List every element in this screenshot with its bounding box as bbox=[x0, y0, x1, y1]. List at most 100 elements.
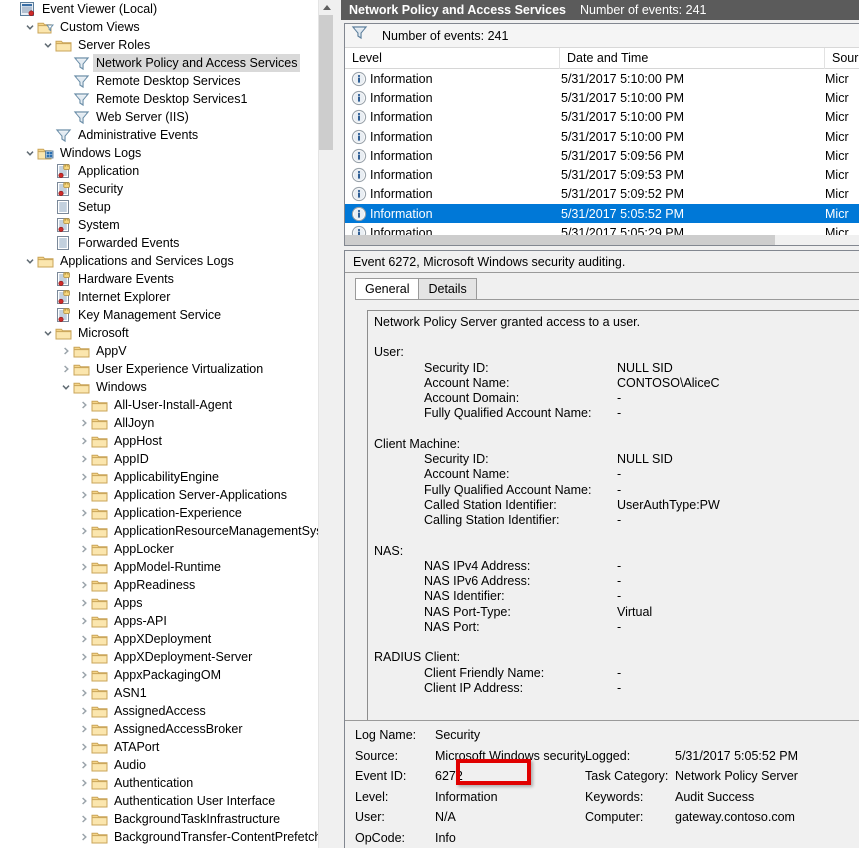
tree-item-security[interactable]: Security bbox=[0, 180, 333, 198]
table-row[interactable]: Information5/31/2017 5:10:00 PMMicr bbox=[345, 127, 859, 146]
chevron-right-icon[interactable] bbox=[76, 576, 91, 594]
tree-item-application[interactable]: Application bbox=[0, 162, 333, 180]
table-row[interactable]: Information5/31/2017 5:09:56 PMMicr bbox=[345, 146, 859, 165]
tree-item-internet-explorer[interactable]: Internet Explorer bbox=[0, 288, 333, 306]
tree-item-asn1[interactable]: ASN1 bbox=[0, 684, 333, 702]
table-row[interactable]: Information5/31/2017 5:10:00 PMMicr bbox=[345, 108, 859, 127]
tree-item-apps-api[interactable]: Apps-API bbox=[0, 612, 333, 630]
chevron-right-icon[interactable] bbox=[76, 702, 91, 720]
chevron-right-icon[interactable] bbox=[76, 792, 91, 810]
table-row[interactable]: Information5/31/2017 5:09:52 PMMicr bbox=[345, 185, 859, 204]
scrollbar-thumb-horizontal[interactable] bbox=[345, 235, 775, 245]
tree-item-assignedaccess[interactable]: AssignedAccess bbox=[0, 702, 333, 720]
tree-item-ataport[interactable]: ATAPort bbox=[0, 738, 333, 756]
chevron-down-icon[interactable] bbox=[22, 144, 37, 162]
tree-item-appxdeployment[interactable]: AppXDeployment bbox=[0, 630, 333, 648]
tree-item-authentication[interactable]: Authentication bbox=[0, 774, 333, 792]
tree-item-system[interactable]: System bbox=[0, 216, 333, 234]
tree-item-assignedaccessbroker[interactable]: AssignedAccessBroker bbox=[0, 720, 333, 738]
tree-item-application-server-applications[interactable]: Application Server-Applications bbox=[0, 486, 333, 504]
tree-item-network-policy-and-access-services[interactable]: Network Policy and Access Services bbox=[0, 54, 333, 72]
chevron-right-icon[interactable] bbox=[76, 414, 91, 432]
tree-item-appxpackagingom[interactable]: AppxPackagingOM bbox=[0, 666, 333, 684]
chevron-right-icon[interactable] bbox=[76, 648, 91, 666]
tree-item-server-roles[interactable]: Server Roles bbox=[0, 36, 333, 54]
table-row[interactable]: Information5/31/2017 5:10:00 PMMicr bbox=[345, 69, 859, 88]
chevron-right-icon[interactable] bbox=[76, 630, 91, 648]
tree-item-appv[interactable]: AppV bbox=[0, 342, 333, 360]
tree-item-event-viewer-local[interactable]: Event Viewer (Local) bbox=[0, 0, 333, 18]
chevron-right-icon[interactable] bbox=[76, 666, 91, 684]
chevron-right-icon[interactable] bbox=[76, 450, 91, 468]
chevron-right-icon[interactable] bbox=[76, 684, 91, 702]
tree-item-applicabilityengine[interactable]: ApplicabilityEngine bbox=[0, 468, 333, 486]
tree-item-windows[interactable]: Windows bbox=[0, 378, 333, 396]
table-row[interactable]: Information5/31/2017 5:09:53 PMMicr bbox=[345, 165, 859, 184]
console-tree[interactable]: Event Viewer (Local)Custom ViewsServer R… bbox=[0, 0, 333, 846]
chevron-down-icon[interactable] bbox=[58, 378, 73, 396]
chevron-right-icon[interactable] bbox=[76, 522, 91, 540]
tree-vertical-scrollbar[interactable] bbox=[318, 0, 333, 848]
chevron-right-icon[interactable] bbox=[58, 342, 73, 360]
tab-details[interactable]: Details bbox=[418, 278, 476, 299]
chevron-down-icon[interactable] bbox=[22, 252, 37, 270]
tree-item-application-experience[interactable]: Application-Experience bbox=[0, 504, 333, 522]
chevron-right-icon[interactable] bbox=[76, 432, 91, 450]
tree-item-custom-views[interactable]: Custom Views bbox=[0, 18, 333, 36]
tree-item-appxdeployment-server[interactable]: AppXDeployment-Server bbox=[0, 648, 333, 666]
chevron-right-icon[interactable] bbox=[76, 738, 91, 756]
tree-item-web-server-iis[interactable]: Web Server (IIS) bbox=[0, 108, 333, 126]
chevron-right-icon[interactable] bbox=[76, 540, 91, 558]
event-list-rows[interactable]: Information5/31/2017 5:10:00 PMMicrInfor… bbox=[345, 69, 859, 243]
tree-item-backgroundtransfer-contentprefetcher[interactable]: BackgroundTransfer-ContentPrefetcher bbox=[0, 828, 333, 846]
event-description-box[interactable]: Network Policy Server granted access to … bbox=[367, 310, 859, 720]
tree-item-applications-and-services-logs[interactable]: Applications and Services Logs bbox=[0, 252, 333, 270]
table-row[interactable]: Information5/31/2017 5:05:52 PMMicr bbox=[345, 204, 859, 223]
scrollbar-thumb[interactable] bbox=[319, 15, 333, 150]
tree-item-appmodel-runtime[interactable]: AppModel-Runtime bbox=[0, 558, 333, 576]
tree-item-applocker[interactable]: AppLocker bbox=[0, 540, 333, 558]
chevron-down-icon[interactable] bbox=[22, 18, 37, 36]
column-header-level[interactable]: Level bbox=[345, 48, 560, 69]
filter-bar[interactable]: Number of events: 241 bbox=[345, 24, 859, 48]
chevron-down-icon[interactable] bbox=[40, 324, 55, 342]
tree-item-appid[interactable]: AppID bbox=[0, 450, 333, 468]
filter-icon[interactable] bbox=[351, 24, 368, 48]
scroll-up-button[interactable] bbox=[319, 0, 333, 15]
event-list-horizontal-scrollbar[interactable] bbox=[345, 235, 859, 245]
event-details-tabs[interactable]: General Details bbox=[345, 277, 859, 299]
column-header-date-and-time[interactable]: Date and Time bbox=[560, 48, 825, 69]
tree-item-windows-logs[interactable]: Windows Logs bbox=[0, 144, 333, 162]
tree-item-remote-desktop-services[interactable]: Remote Desktop Services bbox=[0, 72, 333, 90]
tree-item-remote-desktop-services1[interactable]: Remote Desktop Services1 bbox=[0, 90, 333, 108]
chevron-right-icon[interactable] bbox=[76, 558, 91, 576]
console-tree-pane[interactable]: Event Viewer (Local)Custom ViewsServer R… bbox=[0, 0, 333, 848]
tree-item-apps[interactable]: Apps bbox=[0, 594, 333, 612]
tree-item-microsoft[interactable]: Microsoft bbox=[0, 324, 333, 342]
tree-item-administrative-events[interactable]: Administrative Events bbox=[0, 126, 333, 144]
tree-item-apphost[interactable]: AppHost bbox=[0, 432, 333, 450]
table-row[interactable]: Information5/31/2017 5:10:00 PMMicr bbox=[345, 88, 859, 107]
chevron-right-icon[interactable] bbox=[76, 594, 91, 612]
tree-item-alljoyn[interactable]: AllJoyn bbox=[0, 414, 333, 432]
chevron-right-icon[interactable] bbox=[76, 468, 91, 486]
column-header-source[interactable]: Sour bbox=[825, 48, 859, 69]
event-list-column-header[interactable]: Level Date and Time Sour bbox=[345, 48, 859, 69]
chevron-right-icon[interactable] bbox=[58, 360, 73, 378]
chevron-right-icon[interactable] bbox=[76, 396, 91, 414]
pane-splitter[interactable] bbox=[333, 0, 341, 848]
tree-item-hardware-events[interactable]: Hardware Events bbox=[0, 270, 333, 288]
tab-general[interactable]: General bbox=[355, 278, 419, 299]
tree-item-key-management-service[interactable]: Key Management Service bbox=[0, 306, 333, 324]
chevron-down-icon[interactable] bbox=[40, 36, 55, 54]
event-list-area[interactable]: Number of events: 241 Level Date and Tim… bbox=[344, 23, 859, 246]
tree-item-authentication-user-interface[interactable]: Authentication User Interface bbox=[0, 792, 333, 810]
chevron-right-icon[interactable] bbox=[76, 612, 91, 630]
chevron-right-icon[interactable] bbox=[76, 810, 91, 828]
tree-item-all-user-install-agent[interactable]: All-User-Install-Agent bbox=[0, 396, 333, 414]
chevron-right-icon[interactable] bbox=[76, 828, 91, 846]
chevron-right-icon[interactable] bbox=[76, 504, 91, 522]
tree-item-applicationresourcemanagementsystem[interactable]: ApplicationResourceManagementSystem bbox=[0, 522, 333, 540]
tree-item-user-experience-virtualization[interactable]: User Experience Virtualization bbox=[0, 360, 333, 378]
tree-item-appreadiness[interactable]: AppReadiness bbox=[0, 576, 333, 594]
